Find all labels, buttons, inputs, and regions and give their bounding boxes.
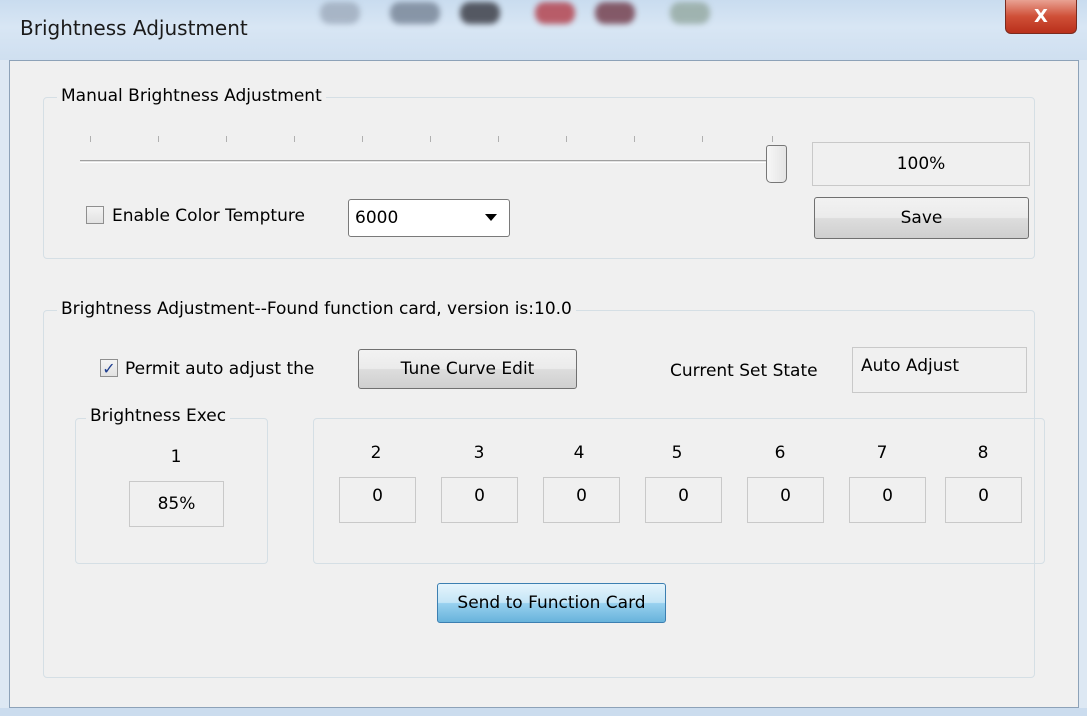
dropdown-arrow-icon (485, 214, 497, 221)
channel-3-label: 3 (473, 443, 485, 463)
background-blur (320, 0, 740, 30)
channel-5-value: 0 (645, 477, 722, 523)
permit-auto-label: Permit auto adjust the (125, 359, 315, 379)
save-button-label: Save (900, 208, 943, 228)
send-to-function-card-label: Send to Function Card (457, 593, 646, 613)
window-title: Brightness Adjustment (20, 16, 248, 40)
channel-4-value: 0 (543, 477, 620, 523)
channel-3-value: 0 (441, 477, 518, 523)
channel-2-label: 2 (370, 443, 382, 463)
channel-6-value: 0 (747, 477, 824, 523)
channel-8-label: 8 (977, 443, 989, 463)
tune-curve-edit-label: Tune Curve Edit (400, 359, 535, 379)
channel-1-label: 1 (170, 447, 182, 467)
brightness-percent-display: 100% (812, 142, 1030, 186)
save-button[interactable]: Save (814, 197, 1029, 239)
channel-7-value: 0 (849, 477, 926, 523)
check-icon: ✓ (102, 358, 116, 378)
title-bar[interactable]: Brightness Adjustment X (0, 0, 1087, 60)
brightness-exec-label: Brightness Exec (86, 406, 231, 426)
auto-group-label: Brightness Adjustment--Found function ca… (57, 299, 576, 319)
brightness-slider-track[interactable] (80, 160, 782, 163)
close-button[interactable]: X (1005, 0, 1077, 34)
color-temp-value: 6000 (355, 208, 399, 228)
brightness-slider-thumb[interactable] (766, 145, 787, 183)
channel-8-value: 0 (945, 477, 1022, 523)
channel-1-value: 85% (129, 481, 224, 527)
channel-6-label: 6 (774, 443, 786, 463)
manual-group-label: Manual Brightness Adjustment (57, 86, 326, 106)
tune-curve-edit-button[interactable]: Tune Curve Edit (358, 349, 577, 389)
permit-auto-checkbox[interactable]: ✓ (100, 358, 118, 378)
enable-color-label: Enable Color Tempture (112, 206, 305, 226)
current-state-value: Auto Adjust (852, 347, 1027, 393)
window-frame-bottom (0, 708, 1087, 716)
current-state-label: Current Set State (670, 361, 818, 381)
enable-color-checkbox[interactable] (86, 206, 104, 224)
send-to-function-card-button[interactable]: Send to Function Card (437, 583, 666, 623)
channel-2-value: 0 (339, 477, 416, 523)
channel-5-label: 5 (671, 443, 683, 463)
close-icon: X (1034, 6, 1048, 27)
color-temp-dropdown[interactable]: 6000 (348, 199, 510, 237)
channel-7-label: 7 (876, 443, 888, 463)
channel-4-label: 4 (573, 443, 585, 463)
